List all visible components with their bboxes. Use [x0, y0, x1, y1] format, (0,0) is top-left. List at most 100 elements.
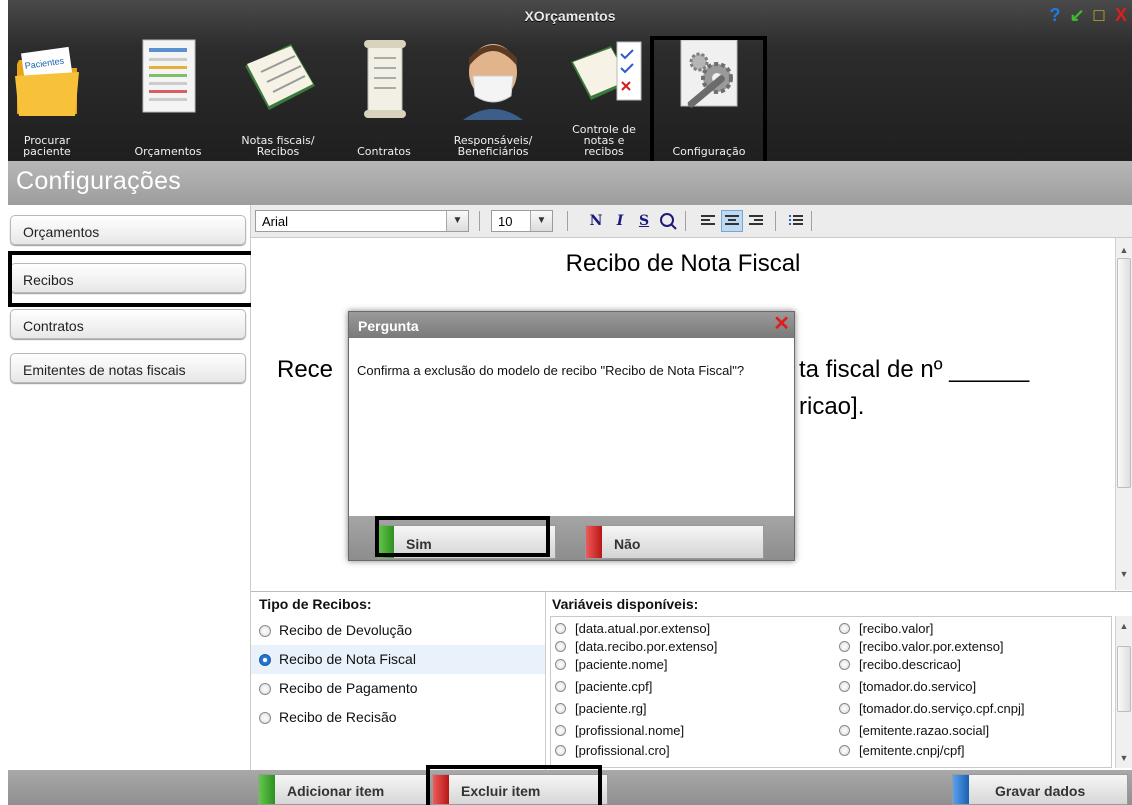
scroll-down-icon[interactable]: ▼ — [1116, 566, 1132, 582]
toolbar-separator — [567, 211, 568, 231]
chevron-down-icon[interactable]: ▼ — [530, 211, 552, 231]
color-picker-icon[interactable] — [657, 210, 679, 232]
recibo-option[interactable]: Recibo de Pagamento — [251, 674, 545, 703]
scroll-thumb[interactable] — [1117, 646, 1131, 712]
variable-option[interactable]: [recibo.descricao] — [835, 657, 961, 672]
variable-label: [recibo.descricao] — [859, 657, 961, 672]
help-icon[interactable]: ? — [1046, 6, 1064, 24]
italic-button[interactable]: I — [609, 210, 631, 232]
sidebar-item-contratos[interactable]: Contratos — [10, 309, 246, 339]
toolbar-notas-fiscais[interactable]: Notas fiscais/ Recibos — [230, 36, 326, 161]
bold-button[interactable]: N — [585, 210, 607, 232]
bullet-list-icon[interactable] — [785, 210, 807, 232]
variable-option[interactable]: [data.atual.por.extenso] — [551, 621, 710, 636]
scroll-down-icon[interactable]: ▼ — [1116, 750, 1132, 766]
radio-icon[interactable] — [839, 725, 850, 736]
variable-option[interactable]: [tomador.do.servico] — [835, 679, 976, 694]
document-text: ricao]. — [799, 393, 865, 420]
radio-icon[interactable] — [555, 725, 566, 736]
contract-scroll-icon — [364, 40, 406, 118]
variable-option[interactable]: [paciente.nome] — [551, 657, 668, 672]
radio-icon[interactable] — [259, 683, 271, 695]
font-size-select[interactable]: 10 ▼ — [491, 210, 553, 232]
radio-icon[interactable] — [555, 745, 566, 756]
scroll-up-icon[interactable]: ▲ — [1116, 242, 1132, 258]
toolbar-label: Controle de notas e recibos — [572, 123, 636, 158]
close-icon[interactable]: ✕ — [773, 314, 790, 334]
variable-option[interactable]: [emitente.cnpj/cpf] — [835, 743, 965, 758]
recibo-option-label: Recibo de Recisão — [279, 709, 397, 725]
recibo-option-label: Recibo de Pagamento — [279, 680, 418, 696]
save-data-button[interactable]: Gravar dados — [952, 774, 1128, 805]
radio-icon[interactable] — [555, 659, 566, 670]
toolbar-orcamentos[interactable]: Orçamentos — [120, 36, 216, 161]
highlight-configuracao — [650, 36, 767, 168]
recibo-option[interactable]: Recibo de Recisão — [251, 703, 545, 732]
minimize-icon[interactable]: ↙ — [1068, 6, 1086, 24]
radio-icon[interactable] — [839, 623, 850, 634]
variable-label: [tomador.do.servico] — [859, 679, 977, 694]
recibo-option-selected[interactable]: Recibo de Nota Fiscal — [251, 645, 545, 674]
sidebar-item-emitentes[interactable]: Emitentes de notas fiscais — [10, 353, 246, 383]
toolbar-controle-notas[interactable]: Controle de notas e recibos — [556, 36, 652, 161]
variable-option[interactable]: [recibo.valor.por.extenso] — [835, 639, 1004, 654]
variable-option[interactable]: [profissional.nome] — [551, 723, 684, 738]
close-icon[interactable]: X — [1112, 6, 1130, 24]
variable-option[interactable]: [data.recibo.por.extenso] — [551, 639, 717, 654]
radio-icon[interactable] — [259, 625, 271, 637]
recibo-option[interactable]: Recibo de Devolução — [251, 616, 545, 645]
variable-label: [data.atual.por.extenso] — [575, 621, 711, 636]
radio-icon[interactable] — [839, 641, 850, 652]
radio-icon[interactable] — [839, 703, 850, 714]
toolbar-label: Procurar paciente — [23, 134, 71, 158]
variaveis-panel: Variáveis disponíveis: [data.atual.por.e… — [546, 591, 1132, 770]
editor-scrollbar[interactable]: ▲ ▼ — [1115, 238, 1132, 590]
toolbar-label: Notas fiscais/ Recibos — [241, 134, 315, 158]
radio-icon[interactable] — [839, 659, 850, 670]
variable-label: [recibo.valor] — [859, 621, 934, 636]
blue-strip — [953, 775, 969, 804]
toolbar-procurar-paciente[interactable]: Pacientes Procurar paciente — [8, 36, 86, 161]
scroll-thumb[interactable] — [1117, 258, 1131, 488]
underline-button[interactable]: S — [633, 210, 655, 232]
align-right-icon[interactable] — [745, 210, 767, 232]
radio-icon[interactable] — [555, 623, 566, 634]
toolbar-label: Responsáveis/ Beneficiários — [453, 134, 533, 158]
maximize-icon[interactable]: □ — [1090, 6, 1108, 24]
font-family-select[interactable]: Arial ▼ — [255, 210, 469, 232]
variable-option[interactable]: [paciente.rg] — [551, 701, 647, 716]
budget-document-icon — [142, 39, 196, 113]
align-left-icon[interactable] — [697, 210, 719, 232]
radio-icon[interactable] — [839, 745, 850, 756]
variable-label: [profissional.cro] — [575, 743, 670, 758]
radio-icon[interactable] — [259, 712, 271, 724]
variables-scrollbar[interactable]: ▲ ▼ — [1115, 616, 1132, 768]
radio-icon[interactable] — [839, 681, 850, 692]
variable-option[interactable]: [emitente.razao.social] — [835, 723, 989, 738]
highlight-recibos — [8, 251, 256, 307]
no-button[interactable]: Não — [585, 525, 764, 559]
align-center-icon[interactable] — [721, 210, 743, 232]
variable-label: [paciente.nome] — [575, 657, 668, 672]
toolbar-contratos[interactable]: Contratos — [344, 36, 424, 161]
chevron-down-icon[interactable]: ▼ — [446, 211, 468, 231]
dialog-titlebar: Pergunta ✕ — [349, 312, 794, 338]
dialog-message: Confirma a exclusão do modelo de recibo … — [357, 363, 745, 378]
radio-icon[interactable] — [555, 703, 566, 714]
radio-icon[interactable] — [555, 681, 566, 692]
radio-icon[interactable] — [555, 641, 566, 652]
variable-option[interactable]: [tomador.do.serviço.cpf.cnpj] — [835, 701, 1024, 716]
variable-option[interactable]: [profissional.cro] — [551, 743, 670, 758]
variable-option[interactable]: [paciente.cpf] — [551, 679, 652, 694]
scroll-up-icon[interactable]: ▲ — [1116, 618, 1132, 634]
variable-option[interactable]: [recibo.valor] — [835, 621, 933, 636]
font-size-value: 10 — [498, 214, 513, 229]
sidebar-item-orcamentos[interactable]: Orçamentos — [10, 215, 246, 245]
green-strip — [259, 775, 275, 804]
variable-label: [recibo.valor.por.extenso] — [859, 639, 1004, 654]
toolbar-responsaveis[interactable]: Responsáveis/ Beneficiários — [434, 36, 552, 161]
variable-label: [paciente.cpf] — [575, 679, 653, 694]
variable-label: [paciente.rg] — [575, 701, 647, 716]
add-item-button[interactable]: Adicionar item — [258, 774, 428, 805]
radio-selected-icon[interactable] — [259, 654, 271, 666]
